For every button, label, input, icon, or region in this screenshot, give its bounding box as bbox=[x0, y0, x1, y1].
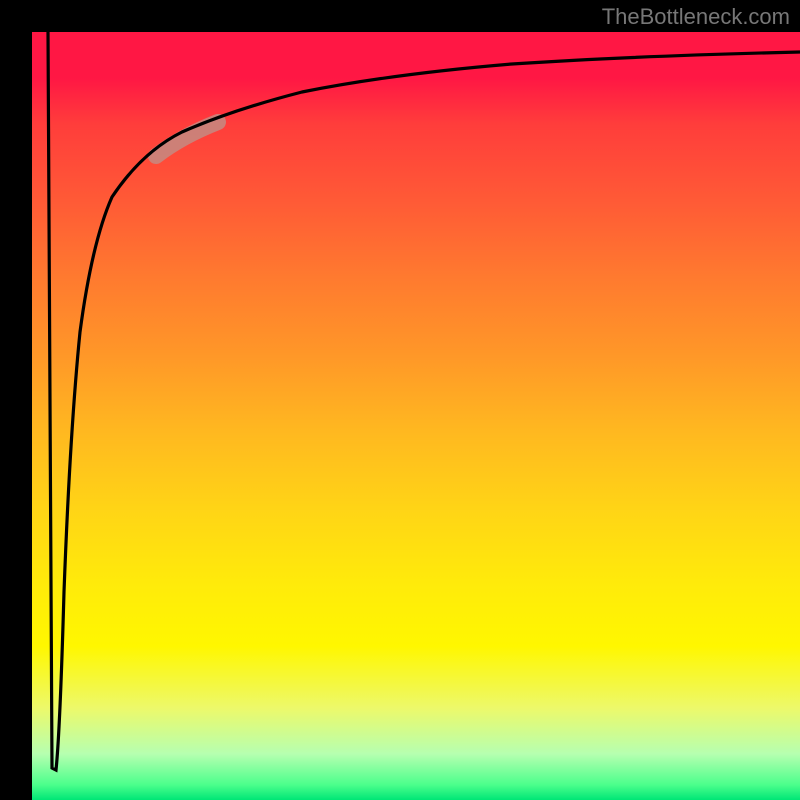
highlight-segment bbox=[156, 122, 218, 156]
chart-plot-area bbox=[32, 32, 800, 800]
watermark-text: TheBottleneck.com bbox=[602, 4, 790, 30]
curve-layer bbox=[32, 32, 800, 800]
